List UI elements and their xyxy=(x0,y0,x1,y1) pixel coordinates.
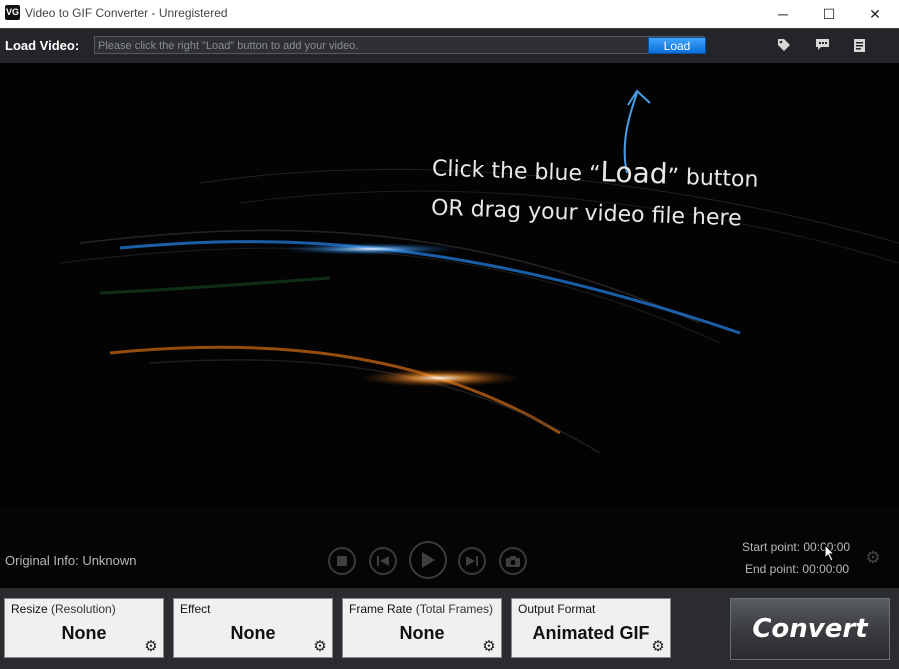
effect-value: None xyxy=(230,623,276,643)
cursor-arrow-icon xyxy=(824,544,836,562)
skip-back-icon xyxy=(377,556,389,566)
notes-icon[interactable] xyxy=(852,38,868,54)
effect-settings-icon[interactable]: ⚙ xyxy=(312,639,328,655)
hint-text-pre: Click the blue “ xyxy=(431,156,601,188)
output-format-panel[interactable]: Output Format Animated GIF ⚙ xyxy=(511,598,671,658)
resize-value: None xyxy=(61,623,107,643)
hint-text-post: ” button xyxy=(667,164,759,193)
play-icon xyxy=(422,552,435,568)
title-bar: VG Video to GIF Converter - Unregistered… xyxy=(0,0,899,28)
load-video-bar: Load Video: Please click the right "Load… xyxy=(0,28,899,64)
gear-icon[interactable]: ⚙ xyxy=(864,549,882,567)
resize-settings-icon[interactable]: ⚙ xyxy=(143,639,159,655)
light-streaks-decoration xyxy=(59,89,899,454)
output-format-value: Animated GIF xyxy=(532,623,650,643)
chat-icon[interactable] xyxy=(814,38,830,54)
video-path-input[interactable]: Please click the right "Load" button to … xyxy=(94,36,704,54)
end-point-value[interactable]: 00:00:00 xyxy=(802,562,849,576)
resize-panel-label: Resize (Resolution) xyxy=(11,602,116,616)
resize-panel[interactable]: Resize (Resolution) None ⚙ xyxy=(4,598,164,658)
previous-button[interactable] xyxy=(369,547,397,575)
maximize-button[interactable]: ☐ xyxy=(806,0,852,28)
original-info: Original Info: Unknown xyxy=(5,553,137,568)
start-point-label: Start point: xyxy=(742,540,801,554)
stop-icon xyxy=(337,556,347,566)
camera-icon xyxy=(506,555,520,567)
window-title: Video to GIF Converter - Unregistered xyxy=(25,6,228,20)
load-button[interactable]: Load xyxy=(648,37,706,54)
output-format-settings-icon[interactable]: ⚙ xyxy=(650,639,666,655)
app-icon: VG xyxy=(5,5,20,20)
tag-icon[interactable] xyxy=(776,38,792,54)
frame-rate-value: None xyxy=(399,623,445,643)
hint-text-load: Load xyxy=(599,155,669,191)
output-format-panel-label: Output Format xyxy=(518,602,596,616)
end-point-display: End point: 00:00:00 xyxy=(745,562,849,576)
snapshot-button[interactable] xyxy=(499,547,527,575)
video-preview-area[interactable]: Click the blue “Load” button OR drag you… xyxy=(0,63,899,508)
end-point-label: End point: xyxy=(745,562,800,576)
frame-rate-panel[interactable]: Frame Rate (Total Frames) None ⚙ xyxy=(342,598,502,658)
play-button[interactable] xyxy=(409,541,447,579)
playback-controls: Original Info: Unknown Start point: 00:0… xyxy=(0,508,899,588)
effect-panel[interactable]: Effect None ⚙ xyxy=(173,598,333,658)
effect-panel-label: Effect xyxy=(180,602,211,616)
frame-rate-panel-label: Frame Rate (Total Frames) xyxy=(349,602,494,616)
close-button[interactable]: ✕ xyxy=(852,0,898,28)
stop-button[interactable] xyxy=(328,547,356,575)
load-video-label: Load Video: xyxy=(5,38,80,53)
skip-forward-icon xyxy=(466,556,478,566)
convert-button[interactable]: Convert xyxy=(730,598,890,660)
next-button[interactable] xyxy=(458,547,486,575)
frame-rate-settings-icon[interactable]: ⚙ xyxy=(481,639,497,655)
minimize-button[interactable]: ─ xyxy=(760,0,806,28)
